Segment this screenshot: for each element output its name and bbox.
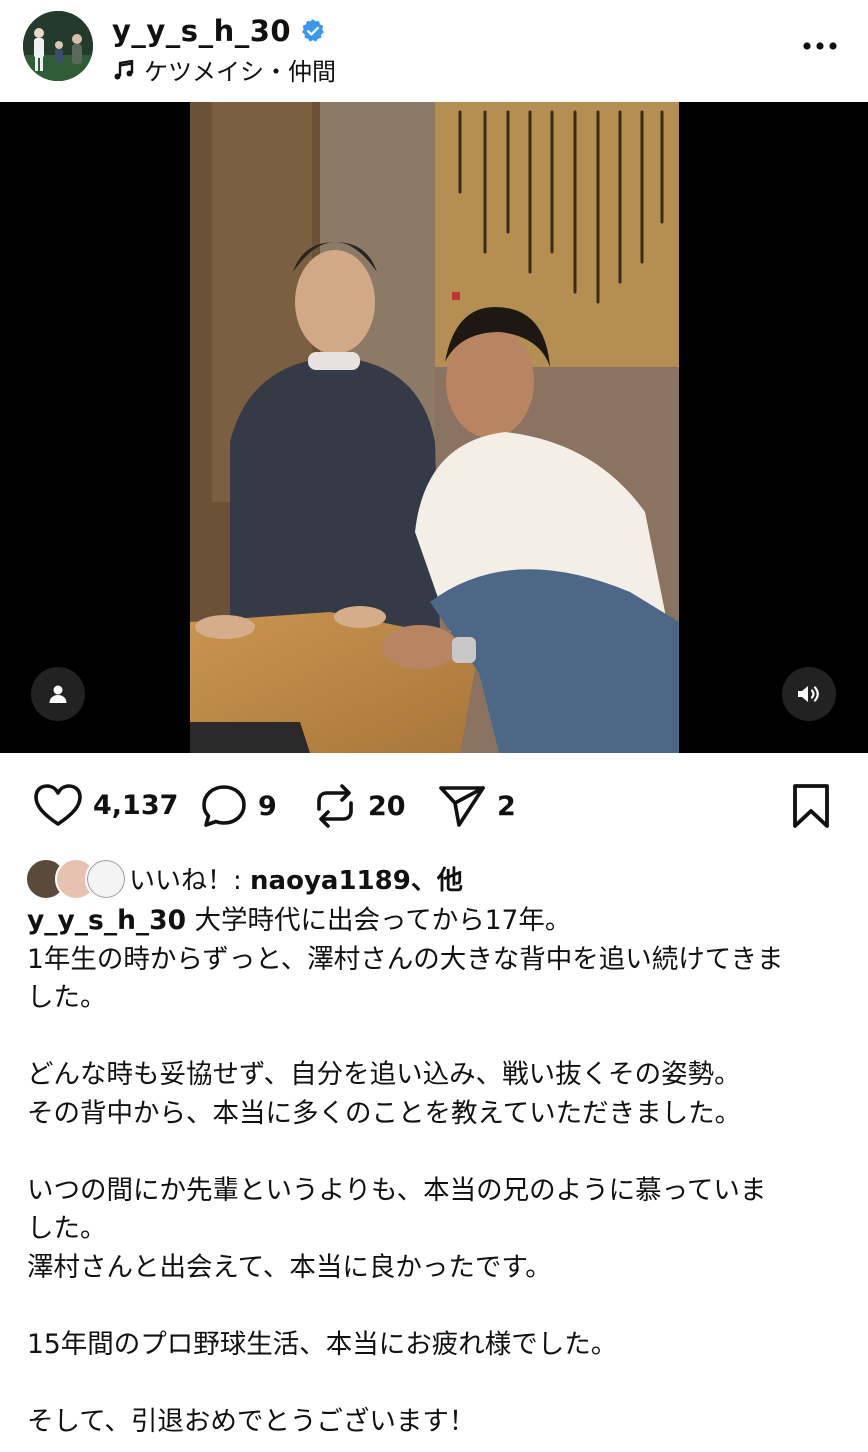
reposts-count: 20 [368, 790, 406, 822]
post-username[interactable]: y_y_s_h_30 [112, 14, 291, 48]
speaker-icon [798, 686, 819, 702]
caption-line: 15年間のプロ野球生活、本当にお疲れ様でした。 [27, 1328, 618, 1360]
music-note-icon [114, 59, 134, 79]
caption-line: その背中から、本当に多くのことを教えていただきました。 [27, 1097, 742, 1129]
heart-icon [34, 784, 82, 826]
caption-line: 1年生の時からずっと、澤村さんの大きな背中を追い続けてきま [27, 943, 784, 975]
more-horizontal-icon [803, 42, 837, 50]
caption-line: した。 [27, 982, 107, 1013]
liked-by-user[interactable]: naoya1189 [250, 866, 411, 896]
music-info[interactable]: ケツメイシ・仲間 [112, 52, 336, 87]
caption-line: した。 [27, 1213, 107, 1244]
user-tag-icon [49, 685, 67, 703]
caption-line: いつの間にか先輩というよりも、本当の兄のように慕っていま [27, 1174, 767, 1206]
caption-username[interactable]: y_y_s_h_30 [27, 905, 186, 936]
like-button[interactable]: 4,137 [33, 783, 178, 827]
send-icon [439, 786, 485, 827]
liked-by-text: いいね！: naoya1189、他 [129, 860, 463, 897]
verified-badge-icon [302, 19, 324, 42]
caption-line: そして、引退おめでとうございます！ [27, 1405, 476, 1437]
likes-count: 4,137 [93, 789, 179, 821]
liker-avatar [85, 858, 127, 900]
comment-button[interactable]: 9 [200, 783, 277, 829]
action-bar: 4,137 9 20 2 [0, 765, 868, 849]
repost-button[interactable]: 20 [312, 783, 406, 829]
liker-avatars [25, 858, 127, 900]
caption-line: y_y_s_h_30 大学時代に出会ってから17年。 [27, 905, 572, 936]
tagged-users-button[interactable] [31, 667, 85, 721]
save-button[interactable] [790, 783, 832, 829]
liked-by-row[interactable]: いいね！: naoya1189、他 [25, 856, 463, 900]
repost-icon [317, 784, 353, 828]
post-media[interactable] [0, 102, 868, 753]
caption-line: どんな時も妥協せず、自分を追い込み、戦い抜くその姿勢。 [27, 1059, 741, 1090]
post-photo [190, 102, 679, 753]
comment-icon [202, 785, 246, 827]
more-options-button[interactable] [800, 26, 840, 66]
bookmark-icon [793, 784, 829, 828]
share-button[interactable]: 2 [437, 783, 516, 829]
liked-by-prefix: いいね！: [129, 865, 251, 896]
caption-line: 澤村さんと出会えて、本当に良かったです。 [27, 1251, 552, 1283]
post-caption: y_y_s_h_30 大学時代に出会ってから17年。 1年生の時からずっと、澤村… [27, 902, 847, 1441]
music-label: ケツメイシ・仲間 [144, 58, 336, 86]
liked-by-suffix[interactable]: 、他 [411, 866, 463, 896]
profile-avatar[interactable] [23, 11, 93, 81]
sound-toggle-button[interactable] [782, 667, 836, 721]
comments-count: 9 [258, 790, 277, 822]
shares-count: 2 [497, 790, 516, 822]
post-header: y_y_s_h_30 ケツメイシ・仲間 [0, 0, 868, 102]
